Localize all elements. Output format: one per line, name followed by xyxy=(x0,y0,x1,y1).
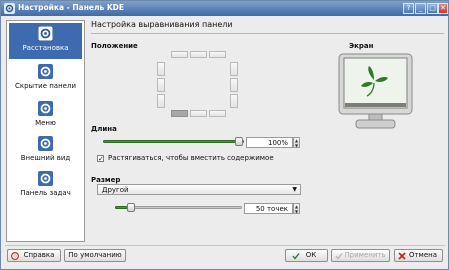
cancel-button-label: Отмена xyxy=(408,251,438,259)
position-right-center[interactable] xyxy=(230,78,238,92)
position-label: Положение xyxy=(91,42,138,50)
sidebar-item-appearance[interactable]: Внешний вид xyxy=(9,133,82,169)
sidebar-item-label: Панель задач xyxy=(20,189,71,197)
defaults-button-label: По умолчанию xyxy=(68,251,122,259)
ok-button-label: ОК xyxy=(305,251,317,259)
position-left-bottom[interactable] xyxy=(157,94,165,108)
position-top-left[interactable] xyxy=(171,51,188,58)
size-spin-arrows[interactable]: ▲ ▼ xyxy=(293,203,300,214)
help-button[interactable]: Справка xyxy=(7,249,61,262)
position-left-center[interactable] xyxy=(157,78,165,92)
help-title-button[interactable]: ? xyxy=(403,3,414,14)
size-combo-value: Другой xyxy=(102,186,129,194)
checkmark-icon xyxy=(292,253,300,260)
kde-gear-icon xyxy=(38,101,53,116)
settings-window: Настройка - Панель KDE ? _ □ ✕ Расстанов… xyxy=(0,0,449,270)
close-button[interactable]: ✕ xyxy=(438,3,448,14)
kde-gear-icon xyxy=(38,26,53,41)
sidebar-item-label: Меню xyxy=(35,119,56,127)
cancel-icon xyxy=(398,252,406,260)
stretch-checkbox[interactable]: ✓ xyxy=(97,155,104,163)
divider xyxy=(91,33,444,34)
apply-button-label: Применить xyxy=(344,251,386,259)
apply-button[interactable]: Применить xyxy=(331,249,390,262)
stretch-checkbox-label[interactable]: Растягиваться, чтобы вместить содержимое xyxy=(108,154,274,162)
settings-content: Настройка выравнивания панели Положение … xyxy=(91,20,446,242)
minimize-button[interactable]: _ xyxy=(415,3,426,14)
ok-button[interactable]: ОК xyxy=(285,249,328,262)
position-bottom-left[interactable] xyxy=(171,110,188,117)
kde-gear-icon xyxy=(38,136,53,151)
size-spinbox[interactable]: 50 точек xyxy=(244,203,293,214)
length-value: 100% xyxy=(267,139,288,147)
sidebar-item-label: Внешний вид xyxy=(20,154,71,162)
chevron-down-icon: ▼ xyxy=(292,186,297,193)
position-right-bottom[interactable] xyxy=(230,94,238,108)
position-left-top[interactable] xyxy=(157,62,165,76)
screen-preview xyxy=(338,53,413,129)
sidebar-item-placement[interactable]: Расстановка xyxy=(9,23,82,59)
length-label: Длина xyxy=(91,125,117,133)
kde-gear-icon xyxy=(38,64,53,79)
length-slider-handle[interactable] xyxy=(235,137,243,146)
defaults-button[interactable]: По умолчанию xyxy=(64,249,126,262)
checkmark-icon xyxy=(335,253,343,260)
lifebuoy-icon xyxy=(11,252,19,260)
cancel-button[interactable]: Отмена xyxy=(394,249,443,262)
kde-gear-icon xyxy=(38,171,53,186)
position-bottom-right[interactable] xyxy=(209,110,226,117)
kde-logo-icon xyxy=(4,3,15,14)
sidebar-item-menu[interactable]: Меню xyxy=(9,98,82,134)
length-slider[interactable] xyxy=(103,140,244,143)
size-value: 50 точек xyxy=(255,205,288,213)
position-bottom-center[interactable] xyxy=(190,110,207,117)
window-title: Настройка - Панель KDE xyxy=(18,3,125,12)
size-label: Размер xyxy=(91,176,121,184)
size-combobox[interactable]: Другой ▼ xyxy=(97,184,301,195)
position-top-center[interactable] xyxy=(190,51,207,58)
position-top-right[interactable] xyxy=(209,51,226,58)
position-right-top[interactable] xyxy=(230,62,238,76)
help-button-label: Справка xyxy=(23,251,55,259)
sidebar-item-label: Скрытие панели xyxy=(14,82,77,90)
sidebar: Расстановка Скрытие панели Меню Внешний … xyxy=(6,20,85,242)
length-spinbox[interactable]: 100% xyxy=(246,137,293,148)
divider xyxy=(5,245,445,246)
page-title: Настройка выравнивания панели xyxy=(91,20,233,29)
sidebar-item-taskbar[interactable]: Панель задач xyxy=(9,168,82,204)
maximize-button[interactable]: □ xyxy=(427,3,438,14)
sidebar-item-hiding[interactable]: Скрытие панели xyxy=(9,61,82,97)
sidebar-item-label: Расстановка xyxy=(22,44,69,52)
size-slider-handle[interactable] xyxy=(127,203,135,212)
screen-label: Экран xyxy=(349,42,374,50)
title-bar[interactable]: Настройка - Панель KDE ? _ □ ✕ xyxy=(1,1,448,16)
length-spin-arrows[interactable]: ▲ ▼ xyxy=(293,137,300,148)
